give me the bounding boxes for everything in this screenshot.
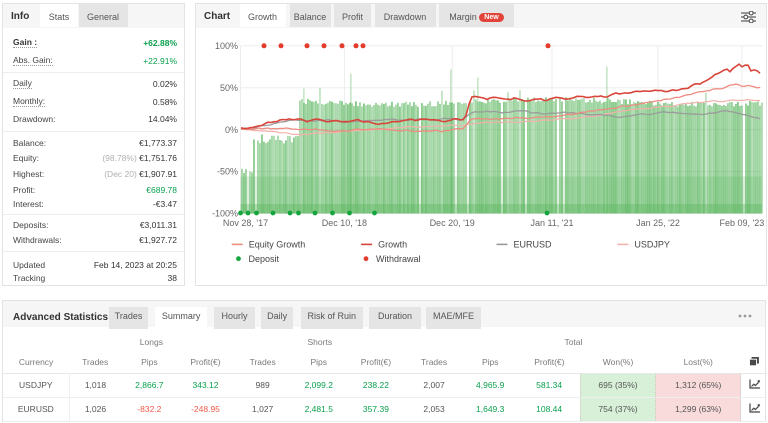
- svg-text:0%: 0%: [225, 125, 238, 135]
- svg-text:Equity Growth: Equity Growth: [249, 240, 306, 250]
- svg-text:Withdrawal: Withdrawal: [376, 254, 421, 264]
- svg-text:Feb 09, '23: Feb 09, '23: [720, 218, 765, 228]
- svg-text:USDJPY: USDJPY: [634, 240, 670, 250]
- svg-text:Dec 20, '19: Dec 20, '19: [430, 218, 475, 228]
- svg-text:100%: 100%: [215, 41, 238, 51]
- svg-text:Dec 10, '18: Dec 10, '18: [322, 218, 367, 228]
- svg-text:Jan 11, '21: Jan 11, '21: [530, 218, 573, 228]
- svg-text:50%: 50%: [220, 83, 238, 93]
- svg-text:Growth: Growth: [378, 240, 407, 250]
- svg-text:EURUSD: EURUSD: [514, 240, 553, 250]
- svg-text:Jan 25, '22: Jan 25, '22: [636, 218, 680, 228]
- svg-text:Nov 28, '17: Nov 28, '17: [223, 218, 268, 228]
- svg-text:-50%: -50%: [217, 167, 238, 177]
- svg-text:Deposit: Deposit: [249, 254, 280, 264]
